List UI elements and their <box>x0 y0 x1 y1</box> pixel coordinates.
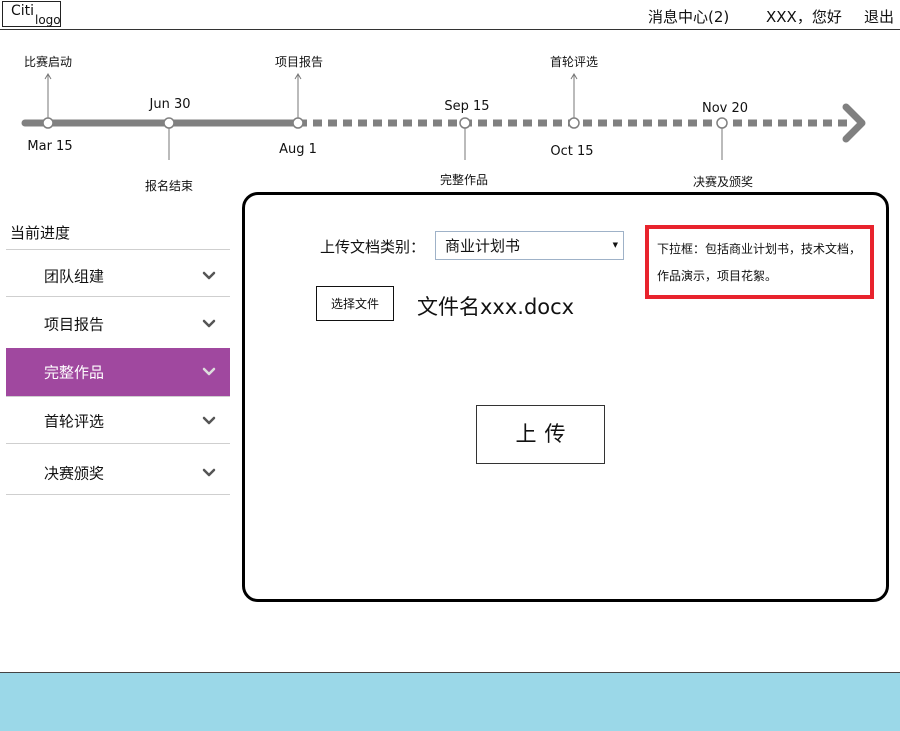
sidebar-item-full-work[interactable]: 完整作品 <box>6 348 230 396</box>
milestone-dot-nov20 <box>716 117 728 129</box>
sidebar-item-final[interactable]: 决赛颁奖 <box>6 449 230 497</box>
milestone-dot-sep15 <box>459 117 471 129</box>
logo-sub-text: logo <box>35 13 61 27</box>
chevron-down-icon <box>202 367 216 376</box>
milestone-dot-oct15 <box>568 117 580 129</box>
choose-file-button[interactable]: 选择文件 <box>316 286 394 321</box>
timeline-connectors <box>44 73 723 160</box>
chevron-down-icon <box>202 468 216 477</box>
milestone-dot-aug1 <box>292 117 304 129</box>
caret-down-icon: ▼ <box>612 241 618 249</box>
logo: Citi logo <box>2 1 61 27</box>
event-full-work: 完整作品 <box>439 173 489 187</box>
progress-title: 当前进度 <box>10 224 71 242</box>
sidebar-item-label: 团队组建 <box>44 267 105 286</box>
arrow-right-icon <box>842 103 866 143</box>
document-type-select[interactable]: 商业计划书 ▼ <box>435 231 624 260</box>
upload-button[interactable]: 上传 <box>476 405 605 464</box>
date-jun30: Jun 30 <box>149 97 191 112</box>
footer <box>0 673 900 731</box>
milestone-dot-mar15 <box>42 117 54 129</box>
header-divider <box>0 29 900 30</box>
date-sep15: Sep 15 <box>444 99 490 114</box>
logo-citi-text: Citi <box>11 3 35 19</box>
sidebar-item-label: 决赛颁奖 <box>44 464 105 483</box>
sidebar-divider <box>6 296 230 297</box>
sidebar-item-label: 首轮评选 <box>44 412 105 431</box>
milestone-dot-jun30 <box>163 117 175 129</box>
sidebar-divider <box>6 494 230 495</box>
event-signup-end: 报名结束 <box>144 179 194 193</box>
event-project-report: 项目报告 <box>274 55 324 69</box>
message-center-link[interactable]: 消息中心(2) <box>648 8 729 26</box>
document-type-value: 商业计划书 <box>445 237 521 255</box>
selected-filename: 文件名xxx.docx <box>417 295 575 319</box>
chevron-down-icon <box>202 319 216 328</box>
document-type-label: 上传文档类别： <box>320 238 426 256</box>
date-nov20: Nov 20 <box>701 101 749 116</box>
date-oct15: Oct 15 <box>550 144 594 159</box>
chevron-down-icon <box>202 416 216 425</box>
sidebar-item-project-report[interactable]: 项目报告 <box>6 300 230 348</box>
sidebar-item-label: 项目报告 <box>44 315 105 334</box>
sidebar-item-first-round[interactable]: 首轮评选 <box>6 397 230 445</box>
date-aug1: Aug 1 <box>279 142 317 157</box>
annotation-note: 下拉框：包括商业计划书，技术文档，作品演示，项目花絮。 <box>645 225 874 299</box>
sidebar-divider <box>6 443 230 444</box>
sidebar-item-label: 完整作品 <box>44 363 105 382</box>
date-mar15: Mar 15 <box>27 139 73 154</box>
sidebar-item-team[interactable]: 团队组建 <box>6 252 230 300</box>
chevron-down-icon <box>202 271 216 280</box>
event-kickoff: 比赛启动 <box>23 55 73 69</box>
event-final: 决赛及颁奖 <box>692 175 754 189</box>
logout-link[interactable]: 退出 <box>864 8 894 26</box>
user-greeting: XXX，您好 <box>766 8 842 26</box>
event-first-round: 首轮评选 <box>549 55 599 69</box>
sidebar-divider <box>6 249 230 250</box>
